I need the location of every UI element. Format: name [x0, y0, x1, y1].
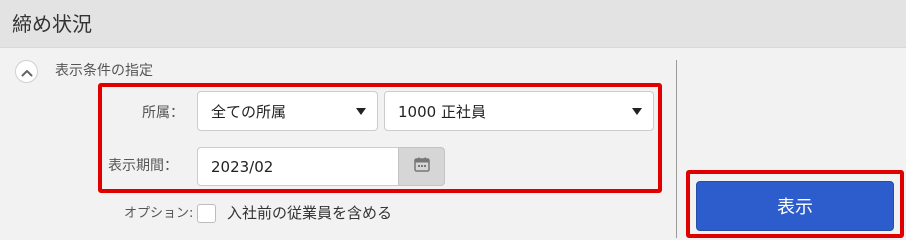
caret-down-icon	[632, 108, 642, 115]
period-input[interactable]	[197, 147, 398, 186]
chevron-up-icon	[21, 62, 33, 81]
option-label: オプション:	[124, 206, 194, 221]
display-button[interactable]: 表示	[696, 181, 894, 231]
caret-down-icon	[356, 108, 366, 115]
page-title: 締め状況	[12, 12, 92, 36]
page-header: 締め状況	[0, 0, 906, 48]
include-pre-hire-checkbox[interactable]	[197, 204, 216, 223]
period-label: 表示期間：	[108, 158, 178, 174]
affiliation-select-value: 全ての所属	[211, 103, 287, 121]
section-divider	[676, 60, 677, 238]
calendar-button[interactable]	[398, 147, 445, 186]
conditions-toggle-button[interactable]	[15, 60, 38, 83]
calendar-icon	[413, 157, 430, 176]
employment-type-select-value: 1000 正社員	[398, 103, 486, 121]
employment-type-select[interactable]: 1000 正社員	[384, 91, 654, 131]
affiliation-select[interactable]: 全ての所属	[197, 91, 378, 131]
affiliation-label: 所属：	[142, 105, 184, 121]
closing-status-page: 締め状況 表示条件の指定 所属： 全ての所属 1000 正社員 表示期間： 20…	[0, 0, 906, 238]
conditions-toggle-label[interactable]: 表示条件の指定	[55, 62, 153, 80]
include-pre-hire-label[interactable]: 入社前の従業員を含める	[227, 204, 392, 222]
